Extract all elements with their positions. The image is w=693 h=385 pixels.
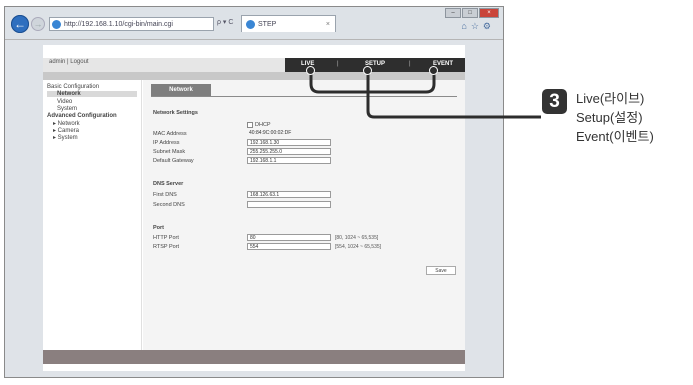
callout-dot-event	[429, 66, 438, 75]
dhcp-label: DHCP	[255, 122, 271, 128]
close-window-button[interactable]: ×	[479, 8, 499, 18]
callout-note: Live(라이브) Setup(설정) Event(이벤트)	[576, 89, 654, 146]
sidebar: Basic Configuration Network Video System…	[43, 80, 142, 350]
callout-number-badge: 3	[542, 89, 567, 114]
settings-content: Network Network Settings DHCP MAC Addres…	[143, 80, 465, 350]
maximize-button[interactable]: □	[462, 8, 478, 18]
sidebar-item-adv-camera[interactable]: ▸ Camera	[53, 127, 79, 134]
nav-separator: |	[409, 61, 411, 67]
mac-value: 40:84:9C:00:02:DF	[249, 130, 292, 136]
page-footer	[43, 350, 465, 364]
save-button[interactable]: Save	[426, 266, 456, 275]
second-dns-input[interactable]	[247, 201, 331, 208]
gateway-label: Default Gateway	[153, 158, 194, 164]
ie-icon	[52, 20, 61, 29]
tab-underline	[151, 96, 457, 97]
forward-icon[interactable]: →	[31, 17, 45, 31]
second-dns-label: Second DNS	[153, 202, 185, 208]
header-bar: admin | Logout LIVE | SETUP | EVENT	[43, 58, 465, 72]
ie-tab-icon	[246, 20, 255, 29]
ip-address-input[interactable]: 192.168.1.30	[247, 139, 331, 146]
user-links[interactable]: admin | Logout	[49, 59, 89, 65]
header-shade	[43, 72, 465, 80]
sidebar-item-system[interactable]: System	[57, 106, 77, 112]
sidebar-item-adv-network[interactable]: ▸ Network	[53, 120, 80, 127]
rtsp-port-label: RTSP Port	[153, 244, 180, 250]
rtsp-port-range: [554, 1024 ~ 65,535]	[335, 244, 382, 250]
http-port-range: [80, 1024 ~ 65,535]	[335, 235, 379, 241]
section-port: Port	[153, 225, 164, 231]
callout-line-setup: Setup(설정)	[576, 110, 643, 125]
window-controls: – □ ×	[445, 8, 499, 18]
mac-label: MAC Address	[153, 131, 187, 137]
tab-network[interactable]: Network	[151, 84, 211, 96]
sidebar-item-adv-system[interactable]: ▸ System	[53, 134, 78, 141]
subnet-mask-input[interactable]: 255.255.255.0	[247, 148, 331, 155]
http-port-input[interactable]: 80	[247, 234, 331, 241]
address-text: http://192.168.1.10/cgi-bin/main.cgi	[64, 21, 173, 28]
first-dns-label: First DNS	[153, 192, 177, 198]
sidebar-item-video[interactable]: Video	[57, 99, 72, 105]
subnet-label: Subnet Mask	[153, 149, 186, 155]
tab-close-icon[interactable]: ×	[326, 16, 330, 33]
address-tools[interactable]: ρ ▾ C	[217, 18, 233, 26]
section-network-settings: Network Settings	[153, 110, 198, 116]
back-icon[interactable]: ←	[11, 15, 29, 33]
rtsp-port-input[interactable]: 554	[247, 243, 331, 250]
browser-window: ← → http://192.168.1.10/cgi-bin/main.cgi…	[4, 6, 504, 378]
browser-toolbar: ← → http://192.168.1.10/cgi-bin/main.cgi…	[5, 7, 503, 40]
callout-dot-setup	[363, 66, 372, 75]
web-page: admin | Logout LIVE | SETUP | EVENT Basi…	[43, 45, 465, 371]
first-dns-input[interactable]: 168.126.63.1	[247, 191, 331, 198]
http-port-label: HTTP Port	[153, 235, 179, 241]
tab-title: STEP	[258, 21, 277, 28]
browser-tab[interactable]: STEP ×	[241, 15, 336, 32]
callout-dot-live	[306, 66, 315, 75]
sidebar-item-network[interactable]: Network	[47, 91, 137, 97]
section-dns: DNS Server	[153, 181, 184, 187]
minimize-button[interactable]: –	[445, 8, 461, 18]
address-bar[interactable]: http://192.168.1.10/cgi-bin/main.cgi	[49, 17, 214, 31]
browser-tool-icons[interactable]: ⌂☆⚙	[461, 21, 495, 32]
gateway-input[interactable]: 192.168.1.1	[247, 157, 331, 164]
nav-separator: |	[337, 61, 339, 67]
sidebar-heading-advanced: Advanced Configuration	[47, 113, 117, 119]
callout-line-event: Event(이벤트)	[576, 129, 654, 144]
callout-line-live: Live(라이브)	[576, 91, 645, 106]
ip-label: IP Address	[153, 140, 180, 146]
dhcp-checkbox[interactable]	[247, 122, 253, 128]
sidebar-heading-basic: Basic Configuration	[47, 84, 100, 90]
